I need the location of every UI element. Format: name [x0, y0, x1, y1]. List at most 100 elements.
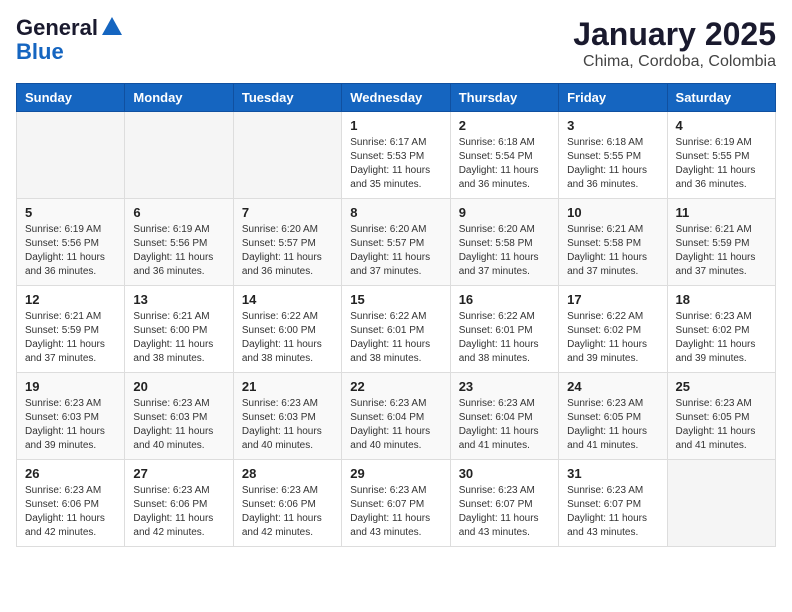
day-number: 7: [242, 205, 333, 220]
calendar-cell: 10 Sunrise: 6:21 AMSunset: 5:58 PMDayligh…: [559, 199, 667, 286]
day-info: Sunrise: 6:21 AMSunset: 5:59 PMDaylight:…: [676, 223, 767, 279]
day-number: 11: [676, 205, 767, 220]
day-info: Sunrise: 6:23 AMSunset: 6:06 PMDaylight:…: [133, 484, 224, 540]
day-info: Sunrise: 6:23 AMSunset: 6:07 PMDaylight:…: [459, 484, 550, 540]
day-number: 29: [350, 466, 441, 481]
calendar-cell: 22 Sunrise: 6:23 AMSunset: 6:04 PMDayligh…: [342, 373, 450, 460]
calendar-cell: 27Sunrise: 6:23 AMSunset: 6:06 PMDayligh…: [125, 460, 233, 547]
calendar-cell: 11 Sunrise: 6:21 AMSunset: 5:59 PMDayligh…: [667, 199, 775, 286]
calendar-cell: 16 Sunrise: 6:22 AMSunset: 6:01 PMDayligh…: [450, 286, 558, 373]
day-number: 5: [25, 205, 116, 220]
calendar-cell: 26Sunrise: 6:23 AMSunset: 6:06 PMDayligh…: [17, 460, 125, 547]
calendar-cell: 25Sunrise: 6:23 AMSunset: 6:05 PMDayligh…: [667, 373, 775, 460]
day-number: 23: [459, 379, 550, 394]
day-header-thursday: Thursday: [450, 84, 558, 112]
calendar-cell: [233, 112, 341, 199]
day-number: 13: [133, 292, 224, 307]
calendar-cell: 8 Sunrise: 6:20 AMSunset: 5:57 PMDaylight…: [342, 199, 450, 286]
logo-icon: [102, 17, 122, 35]
day-info: Sunrise: 6:19 AMSunset: 5:56 PMDaylight:…: [133, 223, 224, 279]
day-info: Sunrise: 6:19 AMSunset: 5:56 PMDaylight:…: [25, 223, 116, 279]
day-info: Sunrise: 6:18 AMSunset: 5:54 PMDaylight:…: [459, 136, 550, 192]
day-number: 21: [242, 379, 333, 394]
calendar-cell: [667, 460, 775, 547]
calendar-cell: 23 Sunrise: 6:23 AMSunset: 6:04 PMDayligh…: [450, 373, 558, 460]
day-info: Sunrise: 6:20 AMSunset: 5:57 PMDaylight:…: [350, 223, 441, 279]
day-number: 31: [567, 466, 658, 481]
calendar-cell: 12 Sunrise: 6:21 AMSunset: 5:59 PMDayligh…: [17, 286, 125, 373]
calendar-cell: 1 Sunrise: 6:17 AMSunset: 5:53 PMDaylight…: [342, 112, 450, 199]
calendar-cell: 18 Sunrise: 6:23 AMSunset: 6:02 PMDayligh…: [667, 286, 775, 373]
day-number: 15: [350, 292, 441, 307]
calendar-cell: 30Sunrise: 6:23 AMSunset: 6:07 PMDayligh…: [450, 460, 558, 547]
calendar-cell: 24 Sunrise: 6:23 AMSunset: 6:05 PMDayligh…: [559, 373, 667, 460]
day-header-tuesday: Tuesday: [233, 84, 341, 112]
day-number: 22: [350, 379, 441, 394]
calendar-cell: 5 Sunrise: 6:19 AMSunset: 5:56 PMDaylight…: [17, 199, 125, 286]
calendar-cell: 19 Sunrise: 6:23 AMSunset: 6:03 PMDayligh…: [17, 373, 125, 460]
day-number: 9: [459, 205, 550, 220]
day-info: Sunrise: 6:23 AMSunset: 6:02 PMDaylight:…: [676, 310, 767, 366]
day-info: Sunrise: 6:21 AMSunset: 5:58 PMDaylight:…: [567, 223, 658, 279]
calendar-cell: [125, 112, 233, 199]
day-info: Sunrise: 6:22 AMSunset: 6:02 PMDaylight:…: [567, 310, 658, 366]
day-number: 6: [133, 205, 224, 220]
day-number: 1: [350, 118, 441, 133]
day-info: Sunrise: 6:20 AMSunset: 5:57 PMDaylight:…: [242, 223, 333, 279]
day-header-friday: Friday: [559, 84, 667, 112]
day-number: 12: [25, 292, 116, 307]
logo: General Blue: [16, 16, 122, 64]
calendar-cell: 17 Sunrise: 6:22 AMSunset: 6:02 PMDayligh…: [559, 286, 667, 373]
logo-general: General: [16, 16, 98, 40]
calendar-cell: 3Sunrise: 6:18 AMSunset: 5:55 PMDaylight…: [559, 112, 667, 199]
calendar-cell: 28 Sunrise: 6:23 AMSunset: 6:06 PMDayligh…: [233, 460, 341, 547]
calendar-cell: 14 Sunrise: 6:22 AMSunset: 6:00 PMDayligh…: [233, 286, 341, 373]
day-number: 26: [25, 466, 116, 481]
title-block: January 2025 Chima, Cordoba, Colombia: [573, 16, 776, 71]
day-info: Sunrise: 6:21 AMSunset: 5:59 PMDaylight:…: [25, 310, 116, 366]
day-info: Sunrise: 6:22 AMSunset: 6:01 PMDaylight:…: [350, 310, 441, 366]
day-info: Sunrise: 6:22 AMSunset: 6:00 PMDaylight:…: [242, 310, 333, 366]
day-info: Sunrise: 6:23 AMSunset: 6:04 PMDaylight:…: [350, 397, 441, 453]
logo-blue: Blue: [16, 39, 64, 64]
day-number: 16: [459, 292, 550, 307]
day-number: 17: [567, 292, 658, 307]
day-number: 3: [567, 118, 658, 133]
day-number: 18: [676, 292, 767, 307]
day-info: Sunrise: 6:23 AMSunset: 6:03 PMDaylight:…: [242, 397, 333, 453]
calendar-table: SundayMondayTuesdayWednesdayThursdayFrid…: [16, 83, 776, 547]
day-number: 20: [133, 379, 224, 394]
day-header-monday: Monday: [125, 84, 233, 112]
day-number: 28: [242, 466, 333, 481]
page-header: General Blue January 2025 Chima, Cordoba…: [16, 16, 776, 71]
day-number: 19: [25, 379, 116, 394]
day-info: Sunrise: 6:23 AMSunset: 6:05 PMDaylight:…: [676, 397, 767, 453]
day-info: Sunrise: 6:23 AMSunset: 6:07 PMDaylight:…: [567, 484, 658, 540]
calendar-cell: 6 Sunrise: 6:19 AMSunset: 5:56 PMDaylight…: [125, 199, 233, 286]
page-subtitle: Chima, Cordoba, Colombia: [573, 53, 776, 71]
day-info: Sunrise: 6:23 AMSunset: 6:04 PMDaylight:…: [459, 397, 550, 453]
calendar-cell: 31 Sunrise: 6:23 AMSunset: 6:07 PMDayligh…: [559, 460, 667, 547]
page-title: January 2025: [573, 16, 776, 53]
day-info: Sunrise: 6:23 AMSunset: 6:05 PMDaylight:…: [567, 397, 658, 453]
day-info: Sunrise: 6:17 AMSunset: 5:53 PMDaylight:…: [350, 136, 441, 192]
day-number: 2: [459, 118, 550, 133]
day-info: Sunrise: 6:22 AMSunset: 6:01 PMDaylight:…: [459, 310, 550, 366]
day-number: 8: [350, 205, 441, 220]
day-header-wednesday: Wednesday: [342, 84, 450, 112]
day-number: 10: [567, 205, 658, 220]
calendar-cell: 15 Sunrise: 6:22 AMSunset: 6:01 PMDayligh…: [342, 286, 450, 373]
day-number: 14: [242, 292, 333, 307]
day-number: 24: [567, 379, 658, 394]
calendar-cell: [17, 112, 125, 199]
day-info: Sunrise: 6:21 AMSunset: 6:00 PMDaylight:…: [133, 310, 224, 366]
day-info: Sunrise: 6:19 AMSunset: 5:55 PMDaylight:…: [676, 136, 767, 192]
day-info: Sunrise: 6:23 AMSunset: 6:03 PMDaylight:…: [25, 397, 116, 453]
day-number: 4: [676, 118, 767, 133]
day-info: Sunrise: 6:23 AMSunset: 6:03 PMDaylight:…: [133, 397, 224, 453]
calendar-cell: 9Sunrise: 6:20 AMSunset: 5:58 PMDaylight…: [450, 199, 558, 286]
day-header-sunday: Sunday: [17, 84, 125, 112]
calendar-cell: 21 Sunrise: 6:23 AMSunset: 6:03 PMDayligh…: [233, 373, 341, 460]
day-info: Sunrise: 6:23 AMSunset: 6:06 PMDaylight:…: [242, 484, 333, 540]
calendar-cell: 20 Sunrise: 6:23 AMSunset: 6:03 PMDayligh…: [125, 373, 233, 460]
